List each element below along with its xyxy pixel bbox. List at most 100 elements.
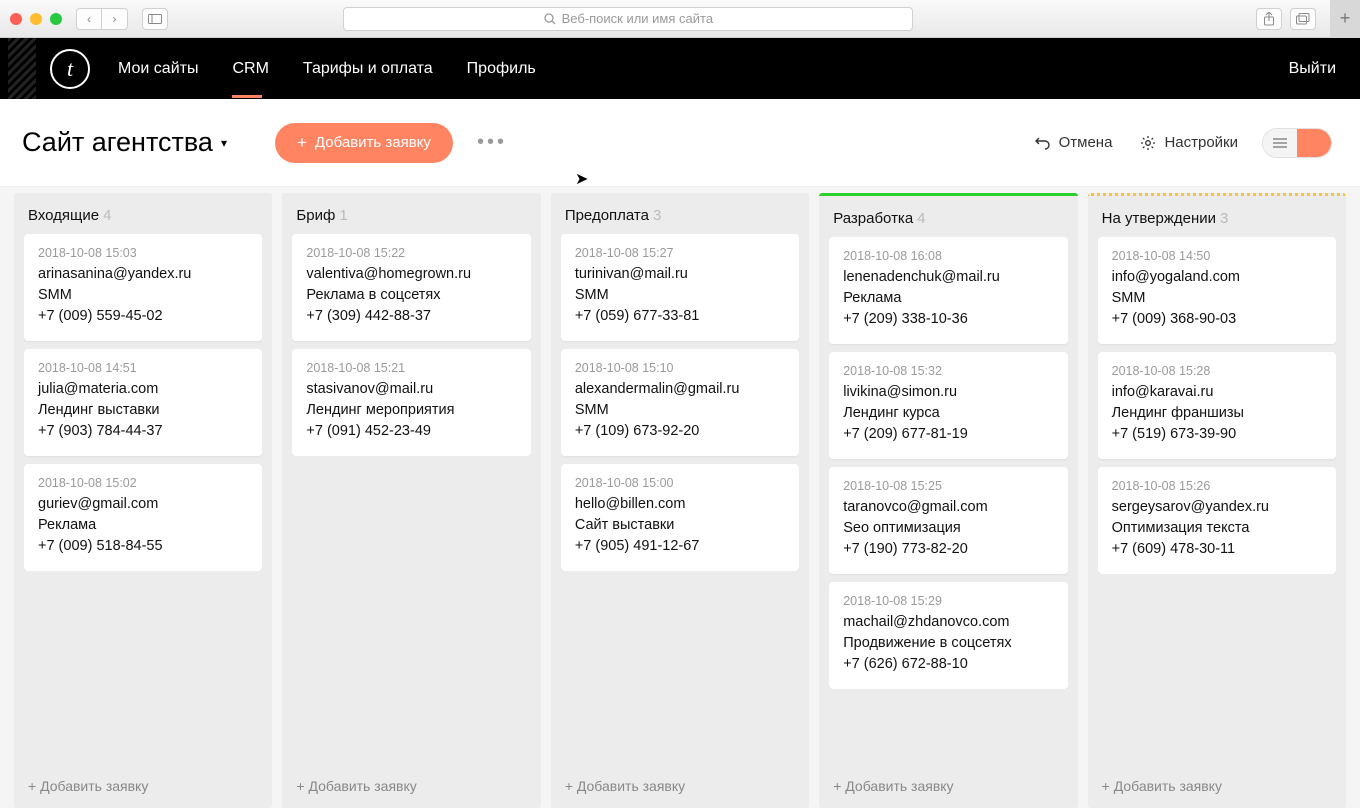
card-topic: Лендинг мероприятия: [306, 400, 516, 421]
add-card-button[interactable]: + Добавить заявку: [1098, 768, 1336, 800]
maximize-window-button[interactable]: [50, 13, 62, 25]
card-date: 2018-10-08 15:02: [38, 476, 248, 490]
new-tab-button[interactable]: +: [1330, 0, 1360, 38]
nav-profile[interactable]: Профиль: [467, 60, 536, 78]
add-card-button[interactable]: + Добавить заявку: [24, 768, 262, 800]
sidebar-toggle-button[interactable]: [142, 8, 168, 30]
card-topic: SMM: [38, 285, 248, 306]
main-nav: t Мои сайты CRM Тарифы и оплата Профиль …: [0, 38, 1360, 99]
card-topic: Лендинг франшизы: [1112, 403, 1322, 424]
card-list: 2018-10-08 14:50info@yogaland.comSMM+7 (…: [1098, 237, 1336, 574]
lead-card[interactable]: 2018-10-08 15:29machail@zhdanovco.comПро…: [829, 582, 1067, 689]
lead-card[interactable]: 2018-10-08 15:10 alexandermalin@gmail.ruS…: [561, 349, 799, 456]
tabs-button[interactable]: [1290, 8, 1316, 30]
column-header[interactable]: На утверждении3: [1098, 196, 1336, 237]
column-header[interactable]: Разработка4: [829, 196, 1067, 237]
column-header[interactable]: Бриф1: [292, 193, 530, 234]
lead-card[interactable]: 2018-10-08 15:22valentiva@homegrown.ruРе…: [292, 234, 530, 341]
address-bar-placeholder: Веб-поиск или имя сайта: [562, 11, 713, 26]
cancel-button[interactable]: Отмена: [1035, 134, 1113, 151]
nav-crm[interactable]: CRM: [232, 60, 268, 78]
card-email: sergeysarov@yandex.ru: [1112, 497, 1322, 518]
nav-logout[interactable]: Выйти: [1289, 60, 1336, 78]
card-phone: +7 (209) 677-81-19: [843, 424, 1053, 445]
column-title: Бриф: [296, 207, 335, 224]
card-phone: +7 (109) 673-92-20: [575, 421, 785, 442]
card-topic: Лендинг выставки: [38, 400, 248, 421]
card-topic: Оптимизация текста: [1112, 518, 1322, 539]
card-email: machail@zhdanovco.com: [843, 612, 1053, 633]
column-header[interactable]: Предоплата3: [561, 193, 799, 234]
card-topic: Продвижение в соцсетях: [843, 633, 1053, 654]
lead-card[interactable]: 2018-10-08 15:03 arinasanina@yandex.ruSMM…: [24, 234, 262, 341]
sidebar-icon: [148, 14, 162, 24]
column-title: Входящие: [28, 207, 99, 224]
card-date: 2018-10-08 15:25: [843, 479, 1053, 493]
cancel-label: Отмена: [1059, 134, 1113, 151]
column-header[interactable]: Входящие4: [24, 193, 262, 234]
card-email: arinasanina@yandex.ru: [38, 264, 248, 285]
share-icon: [1263, 12, 1275, 26]
forward-button[interactable]: ›: [102, 8, 128, 30]
nav-my-sites[interactable]: Мои сайты: [118, 60, 198, 78]
browser-chrome: ‹ › Веб-поиск или имя сайта +: [0, 0, 1360, 38]
view-list-button[interactable]: [1263, 129, 1297, 157]
column-title: Разработка: [833, 210, 913, 227]
column-count: 3: [653, 207, 661, 224]
lead-card[interactable]: 2018-10-08 15:02guriev@gmail.comРеклама+…: [24, 464, 262, 571]
lead-card[interactable]: 2018-10-08 16:08lenenadenchuk@mail.ruРек…: [829, 237, 1067, 344]
card-date: 2018-10-08 15:28: [1112, 364, 1322, 378]
card-list: 2018-10-08 15:03 arinasanina@yandex.ruSMM…: [24, 234, 262, 571]
card-email: guriev@gmail.com: [38, 494, 248, 515]
card-phone: +7 (009) 559-45-02: [38, 306, 248, 327]
card-topic: Реклама: [843, 288, 1053, 309]
card-topic: SMM: [575, 285, 785, 306]
minimize-window-button[interactable]: [30, 13, 42, 25]
lead-card[interactable]: 2018-10-08 15:32livikina@simon.ruЛендинг…: [829, 352, 1067, 459]
card-date: 2018-10-08 15:21: [306, 361, 516, 375]
lead-card[interactable]: 2018-10-08 15:26sergeysarov@yandex.ruОпт…: [1098, 467, 1336, 574]
view-board-button[interactable]: [1297, 129, 1331, 158]
card-email: valentiva@homegrown.ru: [306, 264, 516, 285]
plus-icon: +: [297, 133, 307, 153]
lead-card[interactable]: 2018-10-08 14:51julia@materia.comЛендинг…: [24, 349, 262, 456]
share-button[interactable]: [1256, 8, 1282, 30]
card-date: 2018-10-08 15:03: [38, 246, 248, 260]
add-lead-button[interactable]: + Добавить заявку: [275, 123, 453, 163]
card-phone: +7 (609) 478-30-11: [1112, 539, 1322, 560]
add-card-button[interactable]: + Добавить заявку: [829, 768, 1067, 800]
board-column: Входящие4 2018-10-08 15:03 arinasanina@yan…: [14, 193, 272, 808]
card-email: julia@materia.com: [38, 379, 248, 400]
card-email: hello@billen.com: [575, 494, 785, 515]
back-button[interactable]: ‹: [76, 8, 102, 30]
card-date: 2018-10-08 16:08: [843, 249, 1053, 263]
board-column: Бриф12018-10-08 15:22valentiva@homegrown…: [282, 193, 540, 808]
project-selector[interactable]: Сайт агентства ▾: [22, 127, 227, 158]
lead-card[interactable]: 2018-10-08 15:00hello@billen.comСайт выс…: [561, 464, 799, 571]
add-card-button[interactable]: + Добавить заявку: [561, 768, 799, 800]
card-email: taranovco@gmail.com: [843, 497, 1053, 518]
lead-card[interactable]: 2018-10-08 14:50info@yogaland.comSMM+7 (…: [1098, 237, 1336, 344]
card-date: 2018-10-08 14:50: [1112, 249, 1322, 263]
nav-pricing[interactable]: Тарифы и оплата: [303, 60, 433, 78]
more-actions-button[interactable]: •••: [477, 131, 507, 154]
settings-button[interactable]: Настройки: [1140, 134, 1238, 151]
card-email: info@karavai.ru: [1112, 382, 1322, 403]
address-bar[interactable]: Веб-поиск или имя сайта: [343, 7, 913, 31]
lead-card[interactable]: 2018-10-08 15:27turinivan@mail.ruSMM+7 (…: [561, 234, 799, 341]
card-topic: SMM: [575, 400, 785, 421]
card-email: alexandermalin@gmail.ru: [575, 379, 785, 400]
card-phone: +7 (519) 673-39-90: [1112, 424, 1322, 445]
tabs-icon: [1296, 13, 1310, 25]
lead-card[interactable]: 2018-10-08 15:21stasivanov@mail.ruЛендин…: [292, 349, 530, 456]
card-date: 2018-10-08 15:32: [843, 364, 1053, 378]
undo-icon: [1035, 135, 1051, 151]
lead-card[interactable]: 2018-10-08 15:25 taranovco@gmail.comSeo о…: [829, 467, 1067, 574]
column-title: На утверждении: [1102, 210, 1216, 227]
add-card-button[interactable]: + Добавить заявку: [292, 768, 530, 800]
lead-card[interactable]: 2018-10-08 15:28 info@karavai.ruЛендинг ф…: [1098, 352, 1336, 459]
close-window-button[interactable]: [10, 13, 22, 25]
card-topic: Seo оптимизация: [843, 518, 1053, 539]
logo[interactable]: t: [50, 49, 90, 89]
card-date: 2018-10-08 15:10: [575, 361, 785, 375]
